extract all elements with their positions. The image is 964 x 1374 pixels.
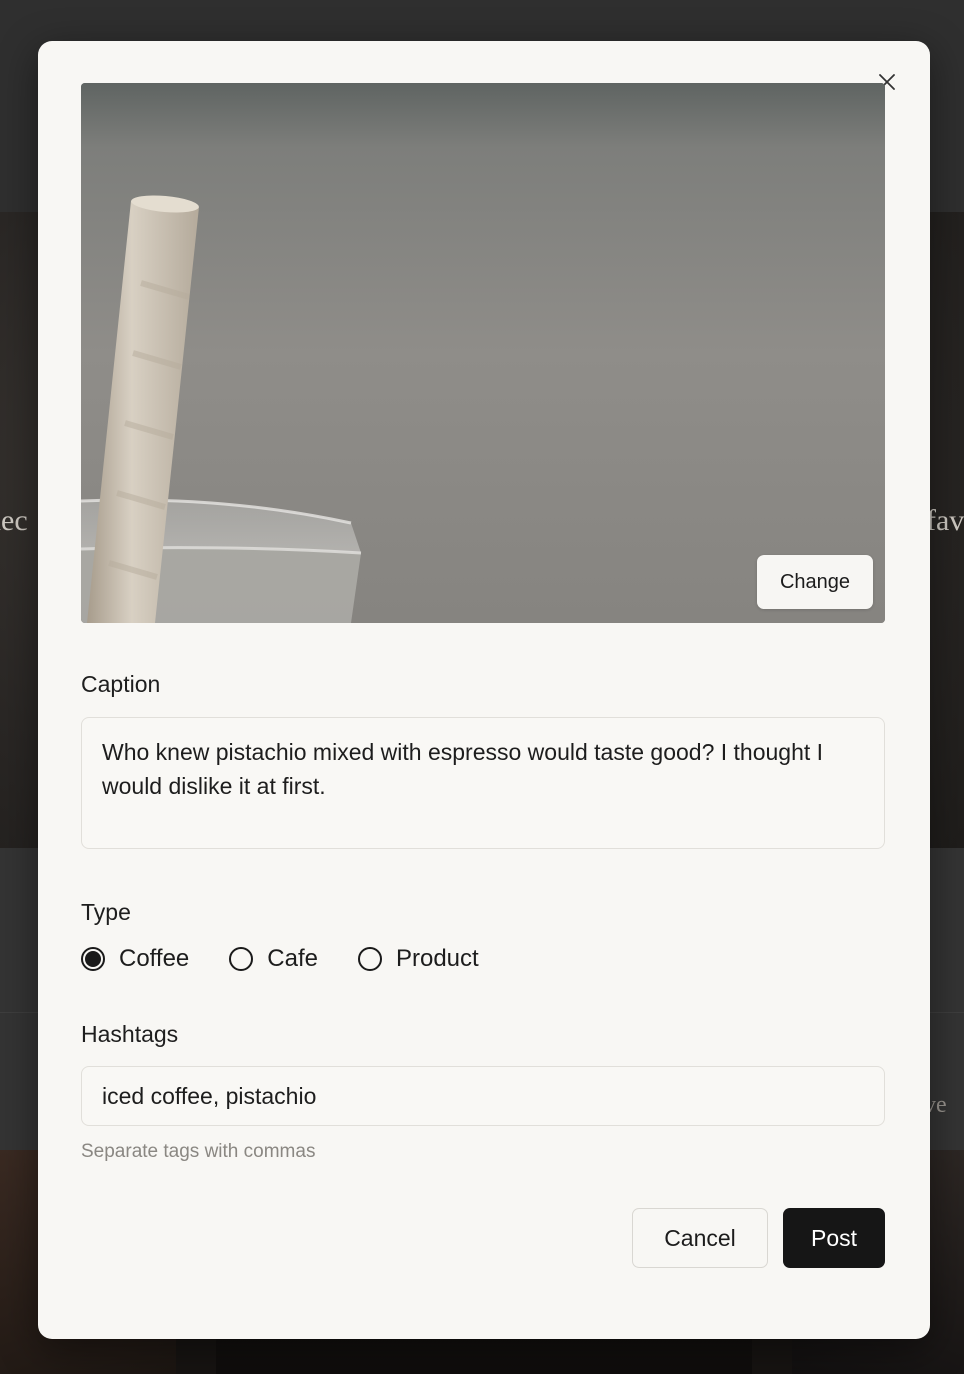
radio-unselected-icon[interactable] <box>229 947 254 971</box>
caption-textarea[interactable]: Who knew pistachio mixed with espresso w… <box>81 717 885 849</box>
type-label: Type <box>81 899 131 925</box>
new-post-modal: Change Caption Who knew pistachio mixed … <box>38 41 930 1339</box>
type-option-coffee[interactable]: Coffee <box>81 945 189 973</box>
radio-unselected-icon[interactable] <box>357 947 382 971</box>
radio-label: Product <box>395 945 479 972</box>
photo-preview: Change <box>81 83 885 623</box>
post-button[interactable]: Post <box>783 1208 885 1268</box>
hashtags-input[interactable]: iced coffee, pistachio <box>81 1066 885 1126</box>
change-photo-button[interactable]: Change <box>757 555 873 609</box>
radio-label: Cafe <box>267 945 318 972</box>
cancel-button[interactable]: Cancel <box>632 1208 768 1268</box>
radio-label: Coffee <box>119 945 190 972</box>
background-text: fav <box>926 504 964 537</box>
hashtags-helper-text: Separate tags with commas <box>81 1141 316 1162</box>
caption-label: Caption <box>81 671 161 697</box>
background-text: nec <box>0 504 28 537</box>
straw-glass-image <box>81 83 885 623</box>
type-option-product[interactable]: Product <box>357 945 479 973</box>
type-radio-group: Coffee Cafe Product <box>81 943 519 975</box>
radio-selected-icon[interactable] <box>81 947 105 971</box>
hashtags-label: Hashtags <box>81 1021 179 1047</box>
type-option-cafe[interactable]: Cafe <box>229 945 318 973</box>
